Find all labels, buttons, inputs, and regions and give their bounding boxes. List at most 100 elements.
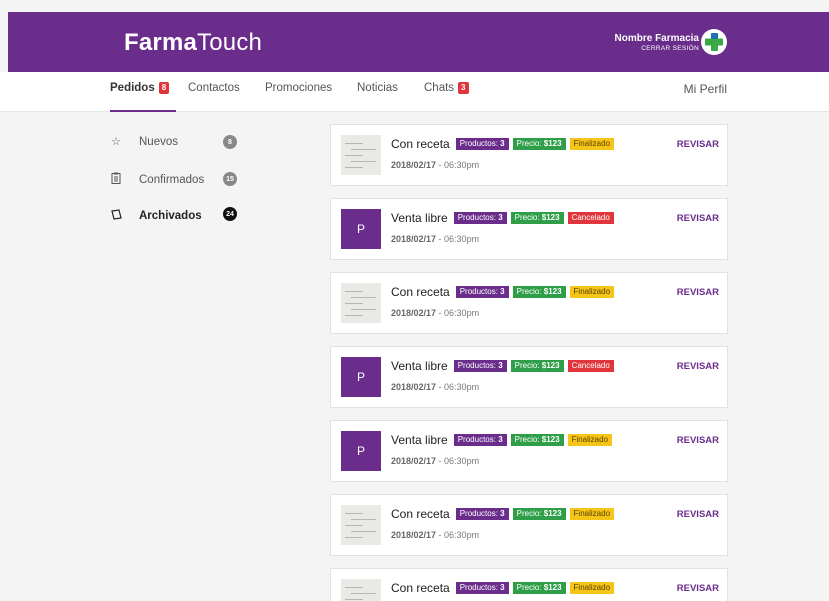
app-brand[interactable]: FarmaTouch xyxy=(124,29,262,57)
order-card[interactable]: Con receta Productos: 3 Precio: $123 Fin… xyxy=(330,494,728,556)
tab-noticias[interactable]: Noticias xyxy=(357,82,398,94)
order-title-row: Venta libre Productos: 3 Precio: $123 Ca… xyxy=(391,211,614,225)
prescription-scribble xyxy=(345,537,363,538)
tab-label: Pedidos xyxy=(110,82,155,94)
prescription-scribble xyxy=(351,161,376,162)
review-button[interactable]: REVISAR xyxy=(677,361,719,372)
avatar: P xyxy=(341,357,381,397)
brand-bold: Farma xyxy=(124,29,198,56)
prescription-photo xyxy=(341,579,381,601)
products-badge: Productos: 3 xyxy=(455,508,509,520)
price-badge: Precio: $123 xyxy=(512,138,566,150)
prescription-scribble xyxy=(345,315,363,316)
order-type: Venta libre xyxy=(391,359,448,373)
prescription-scribble xyxy=(351,309,376,310)
price-badge: Precio: $123 xyxy=(512,582,566,594)
sidebar-item-confirmados[interactable]: Confirmados xyxy=(109,172,204,187)
tab-chats[interactable]: Chats 3 xyxy=(424,82,469,94)
top-header: FarmaTouch Nombre Farmacia CERRAR SESIÓN xyxy=(8,12,829,72)
order-title-row: Venta libre Productos: 3 Precio: $123 Ca… xyxy=(391,359,614,373)
logout-link[interactable]: CERRAR SESIÓN xyxy=(615,44,699,53)
price-badge: Precio: $123 xyxy=(510,360,564,372)
order-title-row: Con receta Productos: 3 Precio: $123 Fin… xyxy=(391,581,615,595)
status-badge: Finalizado xyxy=(567,434,613,446)
prescription-scribble xyxy=(351,149,376,150)
sidebar-count-badge: 8 xyxy=(223,135,237,149)
avatar: P xyxy=(341,431,381,471)
prescription-scribble xyxy=(345,587,363,588)
order-type: Venta libre xyxy=(391,433,448,447)
order-date: 2018/02/17 - 06:30pm xyxy=(391,308,480,318)
products-badge: Productos: 3 xyxy=(453,434,507,446)
order-type: Con receta xyxy=(391,285,450,299)
order-date: 2018/02/17 - 06:30pm xyxy=(391,382,480,392)
review-button[interactable]: REVISAR xyxy=(677,435,719,446)
order-type: Con receta xyxy=(391,507,450,521)
price-badge: Precio: $123 xyxy=(512,286,566,298)
active-tab-underline xyxy=(110,110,176,112)
sidebar-count-badge: 24 xyxy=(223,207,237,221)
order-card[interactable]: Con receta Productos: 3 Precio: $123 Fin… xyxy=(330,568,728,601)
prescription-scribble xyxy=(351,593,376,594)
order-date: 2018/02/17 - 06:30pm xyxy=(391,234,480,244)
tab-promociones[interactable]: Promociones xyxy=(265,82,332,94)
order-title-row: Con receta Productos: 3 Precio: $123 Fin… xyxy=(391,285,615,299)
prescription-scribble xyxy=(351,519,376,520)
status-badge: Finalizado xyxy=(569,138,615,150)
order-date: 2018/02/17 - 06:30pm xyxy=(391,530,480,540)
status-badge: Finalizado xyxy=(569,582,615,594)
tab-label: Chats xyxy=(424,82,455,94)
order-card[interactable]: Con receta Productos: 3 Precio: $123 Fin… xyxy=(330,272,728,334)
order-type: Con receta xyxy=(391,581,450,595)
products-badge: Productos: 3 xyxy=(455,582,509,594)
avatar: P xyxy=(341,209,381,249)
tab-label: Noticias xyxy=(357,82,398,94)
clipboard-icon xyxy=(109,172,123,187)
prescription-photo xyxy=(341,135,381,175)
status-badge: Cancelado xyxy=(567,360,614,372)
prescription-photo xyxy=(341,505,381,545)
review-button[interactable]: REVISAR xyxy=(677,139,719,150)
sidebar-item-nuevos[interactable]: ☆ Nuevos xyxy=(109,135,178,149)
order-title-row: Con receta Productos: 3 Precio: $123 Fin… xyxy=(391,137,615,151)
profile-link[interactable]: Mi Perfil xyxy=(684,82,727,96)
order-card[interactable]: P Venta libre Productos: 3 Precio: $123 … xyxy=(330,346,728,408)
prescription-scribble xyxy=(345,513,363,514)
star-icon: ☆ xyxy=(111,136,121,148)
archive-icon xyxy=(109,209,123,223)
order-title-row: Venta libre Productos: 3 Precio: $123 Fi… xyxy=(391,433,613,447)
review-button[interactable]: REVISAR xyxy=(677,287,719,298)
order-card[interactable]: P Venta libre Productos: 3 Precio: $123 … xyxy=(330,420,728,482)
review-button[interactable]: REVISAR xyxy=(677,583,719,594)
tab-contactos[interactable]: Contactos xyxy=(188,82,240,94)
tab-pedidos[interactable]: Pedidos 8 xyxy=(110,82,170,94)
prescription-scribble xyxy=(345,525,363,526)
status-badge: Cancelado xyxy=(567,212,614,224)
prescription-scribble xyxy=(345,155,363,156)
review-button[interactable]: REVISAR xyxy=(677,509,719,520)
pharmacy-cross-icon[interactable] xyxy=(701,29,727,55)
prescription-scribble xyxy=(351,531,376,532)
prescription-scribble xyxy=(345,599,363,600)
products-badge: Productos: 3 xyxy=(453,212,507,224)
price-badge: Precio: $123 xyxy=(510,212,564,224)
prescription-scribble xyxy=(351,297,376,298)
prescription-scribble xyxy=(345,143,363,144)
review-button[interactable]: REVISAR xyxy=(677,213,719,224)
order-title-row: Con receta Productos: 3 Precio: $123 Fin… xyxy=(391,507,615,521)
prescription-photo xyxy=(341,283,381,323)
status-badge: Finalizado xyxy=(569,508,615,520)
products-badge: Productos: 3 xyxy=(453,360,507,372)
sidebar-item-archivados[interactable]: Archivados xyxy=(109,209,202,223)
order-type: Con receta xyxy=(391,137,450,151)
tab-badge: 3 xyxy=(458,82,469,94)
pharmacy-name: Nombre Farmacia xyxy=(614,33,699,44)
order-date: 2018/02/17 - 06:30pm xyxy=(391,160,480,170)
prescription-scribble xyxy=(345,303,363,304)
brand-light: Touch xyxy=(197,29,263,56)
prescription-scribble xyxy=(345,167,363,168)
tab-label: Contactos xyxy=(188,82,240,94)
order-card[interactable]: Con receta Productos: 3 Precio: $123 Fin… xyxy=(330,124,728,186)
order-card[interactable]: P Venta libre Productos: 3 Precio: $123 … xyxy=(330,198,728,260)
sidebar-item-label: Confirmados xyxy=(139,173,205,186)
